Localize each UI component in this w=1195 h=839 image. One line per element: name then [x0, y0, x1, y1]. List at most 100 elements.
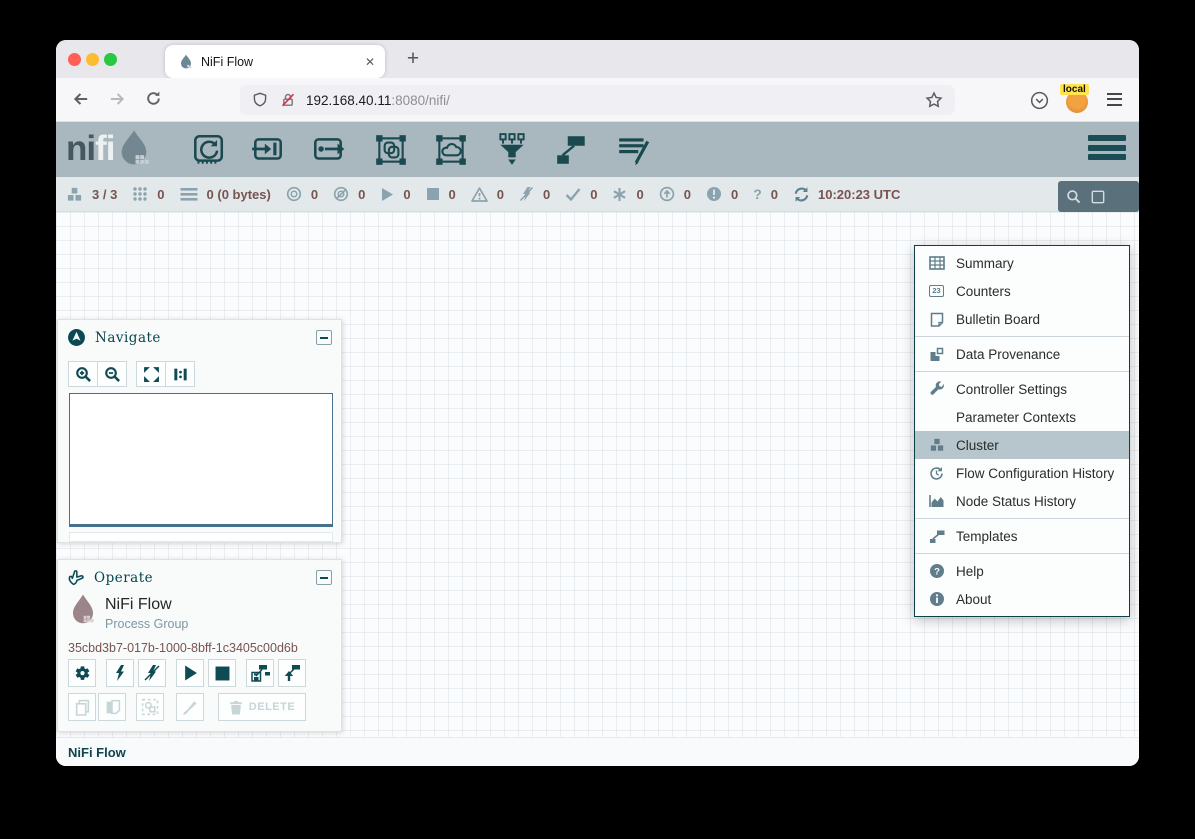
- asterisk-icon: [612, 187, 627, 202]
- menu-item-cluster[interactable]: Cluster: [915, 431, 1129, 459]
- menu-item-controller-settings[interactable]: Controller Settings: [915, 375, 1129, 403]
- operate-hand-icon: [67, 568, 85, 587]
- menu-separator: [915, 518, 1129, 519]
- remote-process-group-component-icon[interactable]: [433, 132, 469, 168]
- upload-template-button[interactable]: [278, 659, 306, 687]
- invalid-icon: [471, 187, 488, 202]
- templates-icon: [927, 529, 946, 544]
- nifi-favicon: [179, 54, 193, 70]
- disable-button[interactable]: [138, 659, 166, 687]
- menu-item-about[interactable]: About: [915, 585, 1129, 613]
- funnel-component-icon[interactable]: [494, 132, 530, 168]
- refresh-icon[interactable]: [793, 186, 810, 203]
- copy-button[interactable]: [68, 693, 96, 721]
- reload-icon[interactable]: [145, 90, 162, 107]
- svg-text:?: ?: [934, 566, 940, 577]
- window-minimize-button[interactable]: [86, 53, 99, 66]
- menu-item-flow-configuration-history[interactable]: Flow Configuration History: [915, 459, 1129, 487]
- operate-palette: Operate NiFi Flow Process Group 35cbd3b7…: [57, 559, 342, 732]
- menu-item-summary[interactable]: Summary: [915, 249, 1129, 277]
- disabled-icon: [519, 186, 534, 202]
- navigate-title: Navigate: [95, 330, 316, 346]
- tab-close-icon[interactable]: ✕: [365, 55, 375, 69]
- label-component-icon[interactable]: [616, 132, 652, 168]
- change-color-button[interactable]: [176, 693, 204, 721]
- menu-separator: [915, 371, 1129, 372]
- global-menu-button[interactable]: [1088, 135, 1126, 164]
- start-button[interactable]: [176, 659, 204, 687]
- firefox-menu-icon[interactable]: [1107, 93, 1122, 109]
- zoom-out-button[interactable]: [97, 361, 127, 387]
- navigate-icon: [67, 328, 86, 347]
- stopped-icon: [426, 187, 440, 201]
- configuration-button[interactable]: [68, 659, 96, 687]
- save-template-button[interactable]: [246, 659, 274, 687]
- stat-disabled: 0: [519, 186, 550, 202]
- container-label: local: [1060, 84, 1089, 95]
- search-icon: [1066, 189, 1081, 204]
- browser-tab[interactable]: NiFi Flow ✕: [165, 45, 385, 78]
- browser-window: NiFi Flow ✕ + 192.168.40.11:8080/nifi/ l…: [56, 40, 1139, 766]
- exclamation-circle-icon: [706, 186, 722, 202]
- birdseye-minimap[interactable]: [69, 393, 333, 527]
- zoom-actual-size-button[interactable]: [165, 361, 195, 387]
- window-close-button[interactable]: [68, 53, 81, 66]
- bulletin-indicator-icon: [1091, 190, 1105, 204]
- counters-icon: 23: [927, 285, 946, 297]
- summary-icon: [927, 256, 946, 270]
- window-zoom-button[interactable]: [104, 53, 117, 66]
- global-menu: Summary 23 Counters Bulletin Board Data …: [914, 245, 1130, 617]
- stat-locally-modified-and-stale: 0: [706, 186, 738, 202]
- help-icon: ?: [927, 563, 946, 579]
- nifi-toolbar: nifi: [56, 122, 1139, 177]
- delete-button[interactable]: DELETE: [218, 693, 306, 721]
- cluster-icon: [66, 187, 83, 202]
- menu-separator: [915, 553, 1129, 554]
- stat-not-transmitting: 0: [333, 186, 365, 202]
- up-arrow-circle-icon: [659, 186, 675, 202]
- stat-invalid: 0: [471, 187, 504, 202]
- running-icon: [380, 187, 394, 202]
- delete-label: DELETE: [249, 701, 295, 713]
- zoom-fit-button[interactable]: [136, 361, 166, 387]
- group-button[interactable]: [136, 693, 164, 721]
- url-bar[interactable]: 192.168.40.11:8080/nifi/: [240, 85, 955, 115]
- stat-transmitting: 0: [286, 186, 318, 202]
- menu-item-node-status-history[interactable]: Node Status History: [915, 487, 1129, 515]
- data-provenance-icon: [927, 347, 946, 362]
- zoom-in-button[interactable]: [68, 361, 98, 387]
- shield-icon[interactable]: [252, 92, 268, 108]
- stat-queued: 0 (0 bytes): [180, 187, 271, 202]
- search-button[interactable]: [1058, 181, 1139, 212]
- menu-item-data-provenance[interactable]: Data Provenance: [915, 340, 1129, 368]
- menu-item-parameter-contexts[interactable]: Parameter Contexts: [915, 403, 1129, 431]
- question-icon: ?: [753, 186, 762, 202]
- template-component-icon[interactable]: [554, 132, 590, 168]
- back-icon[interactable]: [72, 90, 90, 108]
- new-tab-button[interactable]: +: [398, 43, 428, 75]
- process-group-component-icon[interactable]: [373, 132, 409, 168]
- pocket-icon[interactable]: [1030, 91, 1049, 110]
- breadcrumb-root[interactable]: NiFi Flow: [68, 745, 126, 760]
- menu-item-templates[interactable]: Templates: [915, 522, 1129, 550]
- nifi-logo-drop-icon: [115, 129, 153, 169]
- input-port-component-icon[interactable]: [250, 132, 286, 168]
- stop-button[interactable]: [208, 659, 236, 687]
- output-port-component-icon[interactable]: [310, 132, 346, 168]
- bookmark-star-icon[interactable]: [925, 91, 943, 109]
- stat-active-threads: 0: [132, 186, 164, 202]
- operate-collapse-button[interactable]: [316, 570, 332, 585]
- enable-button[interactable]: [106, 659, 134, 687]
- transmitting-icon: [286, 186, 302, 202]
- menu-item-counters[interactable]: 23 Counters: [915, 277, 1129, 305]
- forward-icon[interactable]: [108, 90, 126, 108]
- stat-sync-failure: ? 0: [753, 186, 778, 202]
- selected-component-id[interactable]: 35cbd3b7-017b-1000-8bff-1c3405c00d6b: [68, 641, 298, 655]
- about-icon: [927, 591, 946, 607]
- navigate-collapse-button[interactable]: [316, 330, 332, 345]
- paste-button[interactable]: [98, 693, 126, 721]
- menu-item-help[interactable]: ? Help: [915, 557, 1129, 585]
- processor-component-icon[interactable]: [190, 132, 226, 168]
- menu-item-bulletin-board[interactable]: Bulletin Board: [915, 305, 1129, 333]
- insecure-lock-icon[interactable]: [280, 92, 296, 108]
